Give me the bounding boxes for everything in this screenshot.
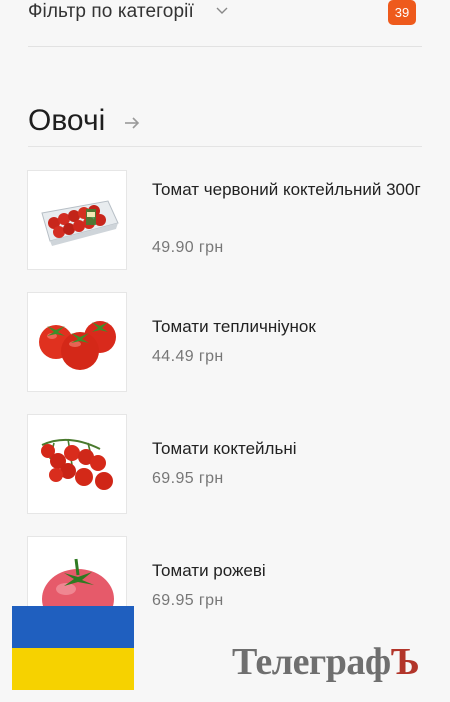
- watermark-logo: ТелеграфЪ: [232, 640, 420, 684]
- product-name[interactable]: Томат червоний коктейльний 300г: [152, 176, 422, 203]
- flag-blue-stripe: [12, 606, 134, 648]
- chevron-down-icon[interactable]: [216, 4, 228, 16]
- ukraine-flag: [12, 606, 134, 690]
- product-image-greenhouse-tomatoes[interactable]: [27, 292, 127, 392]
- filter-count-badge: 39: [388, 0, 416, 25]
- arrow-right-icon[interactable]: [123, 116, 141, 130]
- product-item[interactable]: Томати коктейльні 69.95 грн: [27, 414, 427, 514]
- product-price: 44.49 грн: [152, 348, 224, 365]
- watermark-main: Телеграф: [232, 641, 391, 683]
- product-price: 49.90 грн: [152, 239, 224, 256]
- product-price: 69.95 грн: [152, 592, 224, 609]
- section-title[interactable]: Овочі: [28, 104, 105, 138]
- product-name[interactable]: Томати рожеві: [152, 557, 422, 584]
- product-name[interactable]: Томати коктейльні: [152, 435, 422, 462]
- product-price: 69.95 грн: [152, 470, 224, 487]
- filter-label[interactable]: Фільтр по категорії: [28, 1, 194, 23]
- watermark-tail: Ъ: [390, 641, 420, 683]
- filter-bar[interactable]: Фільтр по категорії 39: [28, 0, 422, 47]
- product-image-cherry-tomato-pack[interactable]: [27, 170, 127, 270]
- flag-yellow-stripe: [12, 648, 134, 690]
- product-item[interactable]: Томат червоний коктейльний 300г 49.90 гр…: [27, 170, 427, 270]
- section-header[interactable]: Овочі: [28, 104, 422, 147]
- product-name[interactable]: Томати тепличніунок: [152, 313, 422, 340]
- product-image-cocktail-tomato-vine[interactable]: [27, 414, 127, 514]
- product-item[interactable]: Томати тепличніунок 44.49 грн: [27, 292, 427, 392]
